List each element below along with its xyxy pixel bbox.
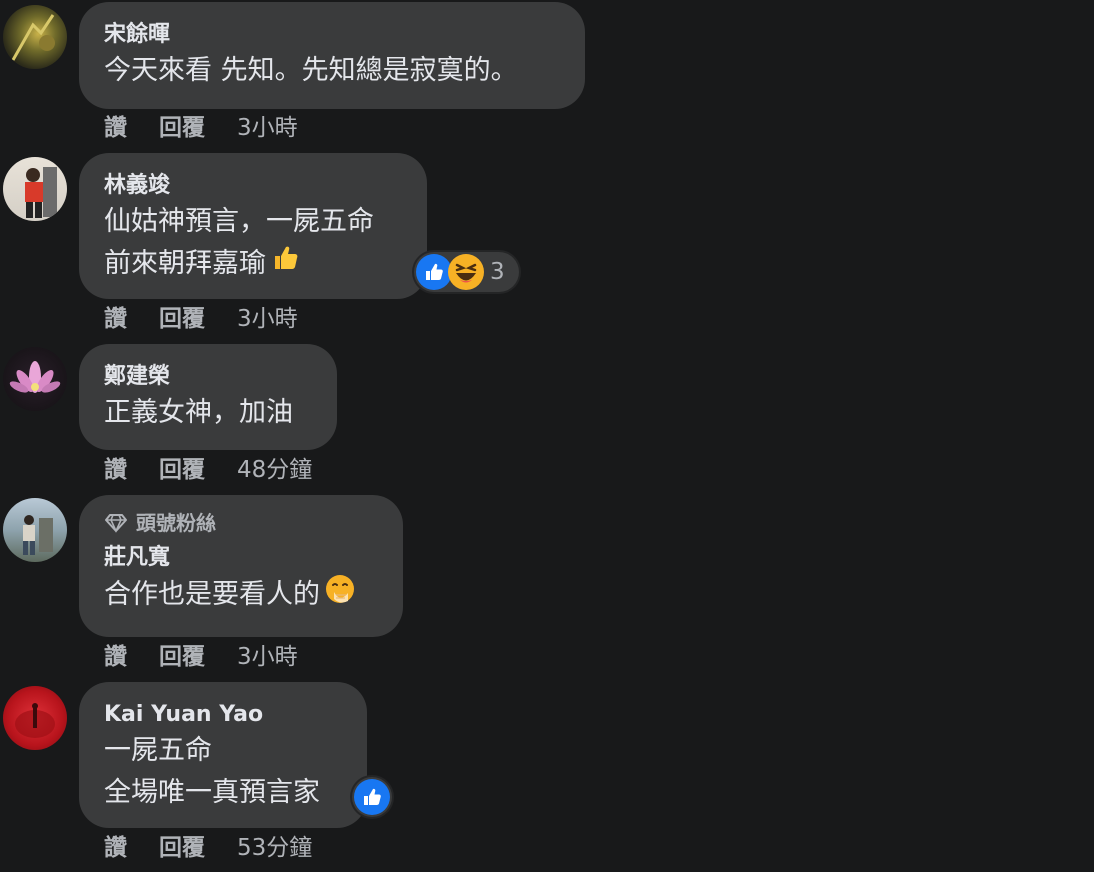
comment-bubble: Kai Yuan Yao 一屍五命 全場唯一真預言家 bbox=[79, 682, 367, 828]
comment-text: 今天來看 先知。先知總是寂寞的。 bbox=[104, 55, 518, 86]
avatar-image bbox=[23, 515, 53, 555]
comment-author[interactable]: Kai Yuan Yao bbox=[104, 700, 342, 730]
haha-icon bbox=[448, 254, 484, 290]
avatar-image bbox=[11, 14, 55, 61]
comment-timestamp[interactable]: 3小時 bbox=[237, 113, 298, 143]
comment-author[interactable]: 鄭建榮 bbox=[104, 362, 312, 392]
comment-text: 一屍五命 bbox=[104, 735, 212, 766]
thumbs-up-emoji bbox=[270, 243, 300, 286]
comment-text: 合作也是要看人的 bbox=[104, 573, 378, 618]
comment-text-line: 合作也是要看人的 bbox=[104, 579, 320, 610]
comment-bubble: 鄭建榮 正義女神，加油 bbox=[79, 344, 337, 450]
comment-text: 前來朝拜嘉瑜 bbox=[104, 243, 402, 286]
like-link[interactable]: 讚 bbox=[104, 833, 127, 863]
hand-over-mouth-emoji bbox=[324, 573, 356, 618]
avatar-image bbox=[25, 167, 57, 218]
comment-actions: 讚 回覆 3小時 bbox=[104, 113, 298, 143]
comment-text: 仙姑神預言，一屍五命 bbox=[104, 206, 374, 237]
comment-text: 全場唯一真預言家 bbox=[104, 777, 320, 808]
comment-bubble: 宋餘暉 今天來看 先知。先知總是寂寞的。 bbox=[79, 2, 585, 109]
comment-bubble: 頭號粉絲 莊凡寬 合作也是要看人的 bbox=[79, 495, 403, 637]
comment-timestamp[interactable]: 48分鐘 bbox=[237, 455, 312, 485]
reply-link[interactable]: 回覆 bbox=[159, 304, 205, 334]
avatar[interactable] bbox=[3, 347, 67, 411]
avatar[interactable] bbox=[3, 5, 67, 69]
comment-bubble: 林義竣 仙姑神預言，一屍五命 前來朝拜嘉瑜 bbox=[79, 153, 427, 299]
badge-label: 頭號粉絲 bbox=[136, 511, 216, 535]
avatar[interactable] bbox=[3, 498, 67, 562]
comment-author[interactable]: 莊凡寬 bbox=[104, 543, 378, 573]
comment-actions: 讚 回覆 3小時 bbox=[104, 642, 298, 672]
avatar[interactable] bbox=[3, 157, 67, 221]
reaction-count: 3 bbox=[490, 259, 505, 285]
diamond-icon bbox=[105, 514, 127, 533]
like-link[interactable]: 讚 bbox=[104, 642, 127, 672]
reply-link[interactable]: 回覆 bbox=[159, 455, 205, 485]
comment-text-line: 前來朝拜嘉瑜 bbox=[104, 248, 266, 279]
comment-timestamp[interactable]: 53分鐘 bbox=[237, 833, 312, 863]
comment-timestamp[interactable]: 3小時 bbox=[237, 642, 298, 672]
like-link[interactable]: 讚 bbox=[104, 455, 127, 485]
like-link[interactable]: 讚 bbox=[104, 304, 127, 334]
avatar[interactable] bbox=[3, 686, 67, 750]
comment-text: 正義女神，加油 bbox=[104, 397, 293, 428]
reply-link[interactable]: 回覆 bbox=[159, 833, 205, 863]
like-icon bbox=[416, 254, 452, 290]
comment-timestamp[interactable]: 3小時 bbox=[237, 304, 298, 334]
like-link[interactable]: 讚 bbox=[104, 113, 127, 143]
like-icon bbox=[354, 779, 390, 815]
comment-author[interactable]: 林義竣 bbox=[104, 171, 402, 201]
top-fan-badge[interactable]: 頭號粉絲 bbox=[104, 509, 378, 537]
comment-actions: 讚 回覆 3小時 bbox=[104, 304, 298, 334]
avatar-image bbox=[15, 703, 55, 738]
comment-actions: 讚 回覆 53分鐘 bbox=[104, 833, 312, 863]
avatar-image bbox=[9, 361, 61, 393]
comment-actions: 讚 回覆 48分鐘 bbox=[104, 455, 312, 485]
reaction-summary[interactable]: 3 bbox=[414, 252, 519, 292]
reply-link[interactable]: 回覆 bbox=[159, 113, 205, 143]
reaction-summary[interactable] bbox=[352, 777, 392, 817]
comment-author[interactable]: 宋餘暉 bbox=[104, 20, 560, 50]
reply-link[interactable]: 回覆 bbox=[159, 642, 205, 672]
